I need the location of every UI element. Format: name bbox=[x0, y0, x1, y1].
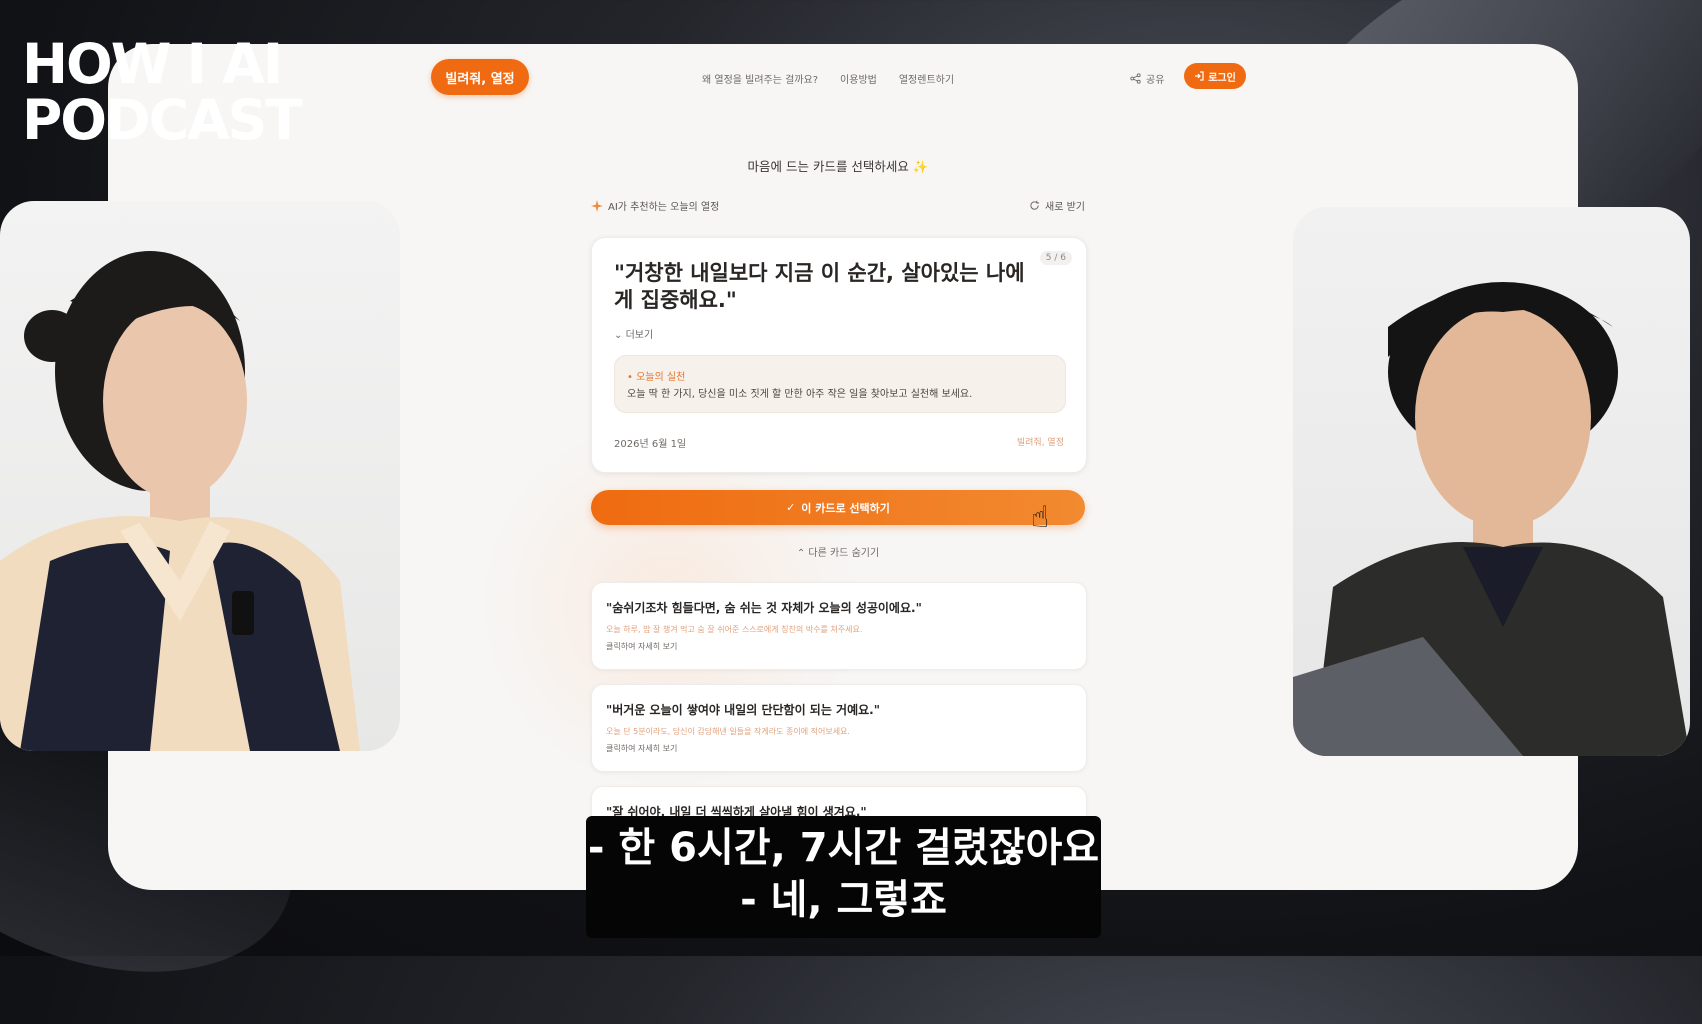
card-tags: 빌려줘, 열정 bbox=[1016, 438, 1064, 448]
alt-card-quote: "버거운 오늘이 쌓여야 내일의 단단함이 되는 거예요." bbox=[606, 703, 880, 717]
subtitle-line: - 한 6시간, 7시간 걸렸잖아요 bbox=[587, 825, 1100, 871]
share-button[interactable]: 공유 bbox=[1130, 71, 1164, 86]
alt-card-detail: 클릭하여 자세히 보기 bbox=[606, 744, 678, 753]
subtitle-caption: - 한 6시간, 7시간 걸렸잖아요 - 네, 그렇죠 bbox=[586, 816, 1101, 938]
more-label: 더보기 bbox=[625, 330, 654, 341]
alt-card-detail: 클릭하여 자세히 보기 bbox=[606, 642, 678, 651]
main-quote-card[interactable]: 5 / 6 "거창한 내일보다 지금 이 순간, 살아있는 나에게 집중해요."… bbox=[591, 237, 1087, 473]
guest-video-right bbox=[1293, 207, 1690, 756]
select-card-label: 이 카드로 선택하기 bbox=[801, 501, 890, 515]
ai-label: AI가 추천하는 오늘의 열정 bbox=[591, 198, 719, 213]
practice-title-text: 오늘의 실천 bbox=[636, 372, 686, 383]
brand-button[interactable]: 빌려줘, 열정 bbox=[431, 59, 529, 95]
nav-link-rent[interactable]: 열정렌트하기 bbox=[899, 71, 954, 86]
ai-recommend-row: AI가 추천하는 오늘의 열정 새로 받기 bbox=[591, 198, 1085, 213]
host-figure bbox=[0, 251, 360, 751]
card-date: 2026년 6월 1일 bbox=[614, 439, 687, 450]
nav-link-why[interactable]: 왜 열정을 빌려주는 걸까요? bbox=[702, 71, 818, 86]
alt-card-quote: "숨쉬기조차 힘들다면, 숨 쉬는 것 자체가 오늘의 성공이에요." bbox=[606, 601, 922, 615]
video-frame: 빌려줘, 열정 왜 열정을 빌려주는 걸까요? 이용방법 열정렌트하기 공유 로… bbox=[0, 0, 1702, 1024]
alt-card[interactable]: "버거운 오늘이 쌓여야 내일의 단단함이 되는 거예요." 오늘 단 5분이라… bbox=[591, 684, 1087, 772]
alt-card-tip: 오늘 단 5분이라도, 당신이 감당해낸 일들을 작게라도 종이에 적어보세요. bbox=[606, 727, 850, 736]
alt-card[interactable]: "숨쉬기조차 힘들다면, 숨 쉬는 것 자체가 오늘의 성공이에요." 오늘 하… bbox=[591, 582, 1087, 670]
alt-card-tip: 오늘 하루, 밥 잘 챙겨 먹고 숨 잘 쉬어준 스스로에게 칭찬의 박수를 쳐… bbox=[606, 625, 863, 634]
chevron-up-icon: ⌃ bbox=[796, 548, 806, 559]
lightbulb-icon: • bbox=[627, 372, 633, 383]
guest-figure bbox=[1293, 282, 1690, 756]
practice-text: 오늘 딱 한 가지, 당신을 미소 짓게 할 만한 아주 작은 일을 찾아보고 … bbox=[627, 389, 973, 400]
hide-others-label: 다른 카드 숨기기 bbox=[808, 548, 880, 559]
card-quote: "거창한 내일보다 지금 이 순간, 살아있는 나에게 집중해요." bbox=[614, 261, 1025, 312]
login-label: 로그인 bbox=[1208, 72, 1236, 84]
select-card-button[interactable]: ✓ 이 카드로 선택하기 bbox=[591, 490, 1085, 525]
logo-line: HOW I AI bbox=[22, 32, 283, 96]
subtitle-line: - 네, 그렇죠 bbox=[740, 877, 947, 923]
practice-title: • 오늘의 실천 bbox=[627, 368, 685, 383]
check-icon: ✓ bbox=[786, 501, 796, 514]
podcast-logo: HOW I AI PODCAST bbox=[22, 32, 303, 152]
sparkle-icon bbox=[591, 199, 603, 212]
card-counter: 5 / 6 bbox=[1039, 251, 1072, 265]
refresh-button[interactable]: 새로 받기 bbox=[1029, 198, 1085, 213]
page-headline: 마음에 드는 카드를 선택하세요 ✨ bbox=[747, 159, 929, 174]
share-label: 공유 bbox=[1146, 75, 1165, 86]
share-icon bbox=[1130, 73, 1141, 84]
hide-others-toggle[interactable]: ⌃ 다른 카드 숨기기 bbox=[591, 544, 1085, 559]
ai-label-text: AI가 추천하는 오늘의 열정 bbox=[608, 202, 720, 213]
host-video-left bbox=[0, 201, 400, 751]
hand-cursor-icon: ☝ bbox=[1031, 500, 1050, 535]
chevron-down-icon: ⌄ bbox=[614, 330, 623, 341]
login-icon bbox=[1195, 71, 1204, 81]
practice-box: • 오늘의 실천 오늘 딱 한 가지, 당신을 미소 짓게 할 만한 아주 작은… bbox=[614, 355, 1066, 413]
login-button[interactable]: 로그인 bbox=[1184, 63, 1246, 89]
more-toggle[interactable]: ⌄ 더보기 bbox=[614, 326, 653, 341]
refresh-label: 새로 받기 bbox=[1045, 202, 1085, 213]
nav-links: 왜 열정을 빌려주는 걸까요? 이용방법 열정렌트하기 bbox=[702, 71, 954, 86]
nav-link-how-to[interactable]: 이용방법 bbox=[840, 71, 877, 86]
logo-line: PODCAST bbox=[22, 88, 303, 152]
refresh-icon bbox=[1030, 200, 1040, 210]
